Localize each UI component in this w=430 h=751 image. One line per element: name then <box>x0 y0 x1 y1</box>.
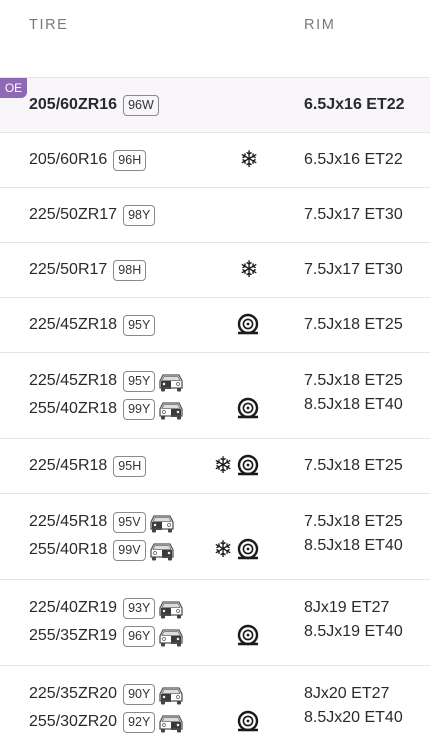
tire-row[interactable]: 225/45R18 95H 7.5Jx18 ET25 ❄ <box>0 439 430 494</box>
tire-size: 205/60R16 <box>29 151 108 168</box>
tire-row[interactable]: 225/45ZR18 95Y 7.5Jx18 ET25 255/40ZR18 99Y … <box>0 353 430 439</box>
rim-size: 7.5Jx18 ET25 <box>304 457 403 474</box>
tire-column-header: TIRE <box>29 17 69 33</box>
tire-size: 255/35ZR19 <box>29 627 118 644</box>
load-speed-badge: 90Y <box>123 683 156 705</box>
tire-size-line: 225/50ZR17 98Y <box>29 203 156 227</box>
tire-size: 225/50ZR17 <box>29 206 118 223</box>
rear-axle-car-icon <box>158 624 184 648</box>
tire-size-line: 225/40ZR19 93Y <box>29 596 184 620</box>
snowflake-icon: ❄ <box>239 147 259 173</box>
tire-size-line: 225/50R17 98H <box>29 258 147 282</box>
rim-size: 7.5Jx18 ET25 <box>304 316 403 333</box>
rim-size: 7.5Jx18 ET25 <box>304 372 403 389</box>
rim-size: 8.5Jx20 ET40 <box>304 709 403 726</box>
tire-size: 225/45R18 <box>29 513 108 530</box>
tire-size-line: 255/40ZR18 99Y <box>29 397 184 421</box>
front-axle-car-icon <box>149 510 175 534</box>
tire-size-line: 225/45R18 95V <box>29 510 175 534</box>
rim-size: 7.5Jx17 ET30 <box>304 206 403 223</box>
tire-row[interactable]: OE 205/60ZR16 96W 6.5Jx16 ET22 <box>0 78 430 133</box>
rim-size: 8Jx19 ET27 <box>304 599 390 616</box>
rim-size: 7.5Jx17 ET30 <box>304 261 403 278</box>
runflat-tire-icon <box>236 454 260 478</box>
rear-axle-car-icon <box>158 397 184 421</box>
tire-size-line: 205/60R16 96H <box>29 148 147 172</box>
rear-axle-car-icon <box>149 538 175 562</box>
runflat-tire-icon <box>236 538 260 562</box>
load-speed-badge: 96W <box>123 94 159 116</box>
tire-size-line: 205/60ZR16 96W <box>29 93 159 117</box>
runflat-tire-icon <box>236 313 260 337</box>
tire-row[interactable]: 225/45ZR18 95Y 7.5Jx18 ET25 <box>0 298 430 353</box>
load-speed-badge: 96Y <box>123 625 156 647</box>
load-speed-badge: 99Y <box>123 398 156 420</box>
tire-size: 255/40ZR18 <box>29 400 118 417</box>
runflat-tire-icon <box>236 624 260 648</box>
rim-column-header: RIM <box>304 17 336 33</box>
tire-row[interactable]: 225/50ZR17 98Y 7.5Jx17 ET30 <box>0 188 430 243</box>
runflat-tire-icon <box>236 710 260 734</box>
rim-size: 8.5Jx18 ET40 <box>304 396 403 413</box>
tire-size: 255/40R18 <box>29 541 108 558</box>
runflat-tire-icon <box>236 397 260 421</box>
tire-size: 225/45ZR18 <box>29 372 118 389</box>
tire-size: 225/45ZR18 <box>29 316 118 333</box>
load-speed-badge: 93Y <box>123 597 156 619</box>
rim-size: 6.5Jx16 ET22 <box>304 96 405 113</box>
load-speed-badge: 95Y <box>123 370 156 392</box>
table-header: TIRE RIM <box>0 0 430 78</box>
tire-row[interactable]: 225/50R17 98H 7.5Jx17 ET30 ❄ <box>0 243 430 298</box>
front-axle-car-icon <box>158 682 184 706</box>
snowflake-icon: ❄ <box>213 453 233 479</box>
tire-size: 225/45R18 <box>29 457 108 474</box>
rim-size: 6.5Jx16 ET22 <box>304 151 403 168</box>
tire-size-line: 255/40R18 99V <box>29 538 175 562</box>
snowflake-icon: ❄ <box>239 257 259 283</box>
load-speed-badge: 98Y <box>123 204 156 226</box>
rim-size: 7.5Jx18 ET25 <box>304 513 403 530</box>
oe-badge: OE <box>0 78 27 98</box>
front-axle-car-icon <box>158 596 184 620</box>
tire-row[interactable]: 225/40ZR19 93Y 8Jx19 ET27 255/35ZR19 96Y 8.… <box>0 580 430 666</box>
tire-size-line: 255/30ZR20 92Y <box>29 710 184 734</box>
rim-size: 8.5Jx19 ET40 <box>304 623 403 640</box>
load-speed-badge: 96H <box>113 149 147 171</box>
tire-size-line: 225/45R18 95H <box>29 454 147 478</box>
tire-size: 255/30ZR20 <box>29 713 118 730</box>
tire-size: 205/60ZR16 <box>29 96 118 113</box>
tire-size: 225/40ZR19 <box>29 599 118 616</box>
load-speed-badge: 95V <box>113 511 146 533</box>
load-speed-badge: 92Y <box>123 711 156 733</box>
snowflake-icon: ❄ <box>213 537 233 563</box>
front-axle-car-icon <box>158 369 184 393</box>
tire-row[interactable]: 225/45R18 95V 7.5Jx18 ET25 255/40R18 99V 8.… <box>0 494 430 580</box>
load-speed-badge: 99V <box>113 539 146 561</box>
tire-row[interactable]: 225/35ZR20 90Y 8Jx20 ET27 255/30ZR20 92Y 8.… <box>0 666 430 751</box>
tire-size: 225/35ZR20 <box>29 685 118 702</box>
tire-size-line: 225/45ZR18 95Y <box>29 369 184 393</box>
tire-size: 225/50R17 <box>29 261 108 278</box>
rim-size: 8.5Jx18 ET40 <box>304 537 403 554</box>
rim-size: 8Jx20 ET27 <box>304 685 390 702</box>
tire-size-line: 225/45ZR18 95Y <box>29 313 156 337</box>
load-speed-badge: 98H <box>113 259 147 281</box>
load-speed-badge: 95H <box>113 455 147 477</box>
tire-size-line: 225/35ZR20 90Y <box>29 682 184 706</box>
tire-size-line: 255/35ZR19 96Y <box>29 624 184 648</box>
load-speed-badge: 95Y <box>123 314 156 336</box>
tire-row[interactable]: 205/60R16 96H 6.5Jx16 ET22 ❄ <box>0 133 430 188</box>
rear-axle-car-icon <box>158 710 184 734</box>
